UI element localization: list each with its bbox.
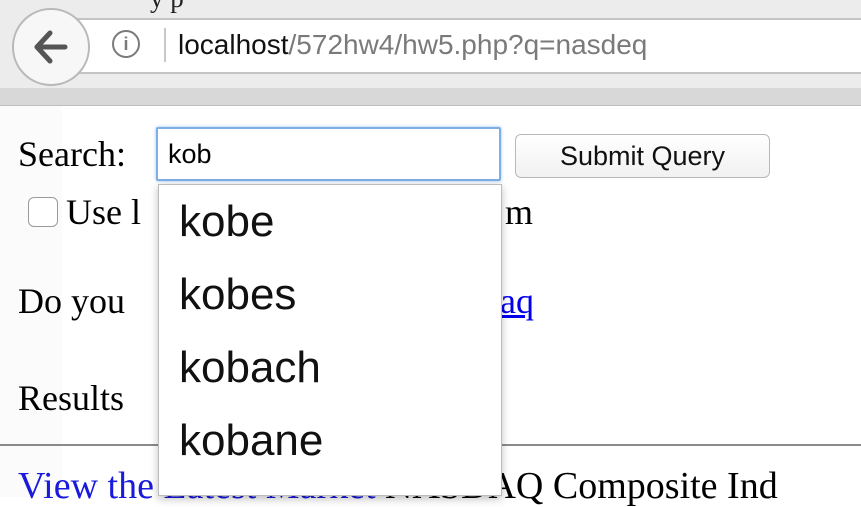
- autocomplete-dropdown: kobe kobes kobach kobane: [158, 184, 502, 496]
- cut-off-text: y p: [150, 0, 184, 14]
- did-you-mean-text: Do you: [18, 281, 125, 321]
- search-input[interactable]: [156, 127, 501, 181]
- toolbar-strip: [0, 88, 861, 105]
- back-button[interactable]: [12, 8, 90, 86]
- suggestion-item[interactable]: kobe: [159, 185, 501, 258]
- suggestion-item[interactable]: kobane: [159, 404, 501, 477]
- search-label: Search:: [18, 134, 126, 174]
- info-icon[interactable]: i: [112, 30, 140, 58]
- use-option-checkbox[interactable]: [28, 197, 58, 227]
- url-separator: [164, 28, 166, 62]
- results-label: Results: [18, 378, 125, 418]
- suggestion-item[interactable]: kobach: [159, 331, 501, 404]
- browser-toolbar: y p i localhost/572hw4/hw5.php?q=nasdeq: [0, 0, 861, 106]
- suggestion-item[interactable]: kobes: [159, 258, 501, 331]
- did-you-mean-link[interactable]: aq: [500, 281, 534, 321]
- checkbox-label-start: Use l: [66, 192, 141, 232]
- submit-query-button[interactable]: Submit Query: [515, 134, 770, 178]
- url-path: /572hw4/hw5.php?q=nasdeq: [288, 29, 648, 60]
- checkbox-label-end: m: [505, 192, 534, 232]
- url-text[interactable]: localhost/572hw4/hw5.php?q=nasdeq: [178, 27, 647, 63]
- back-arrow-icon: [34, 30, 68, 64]
- url-host: localhost: [178, 29, 289, 60]
